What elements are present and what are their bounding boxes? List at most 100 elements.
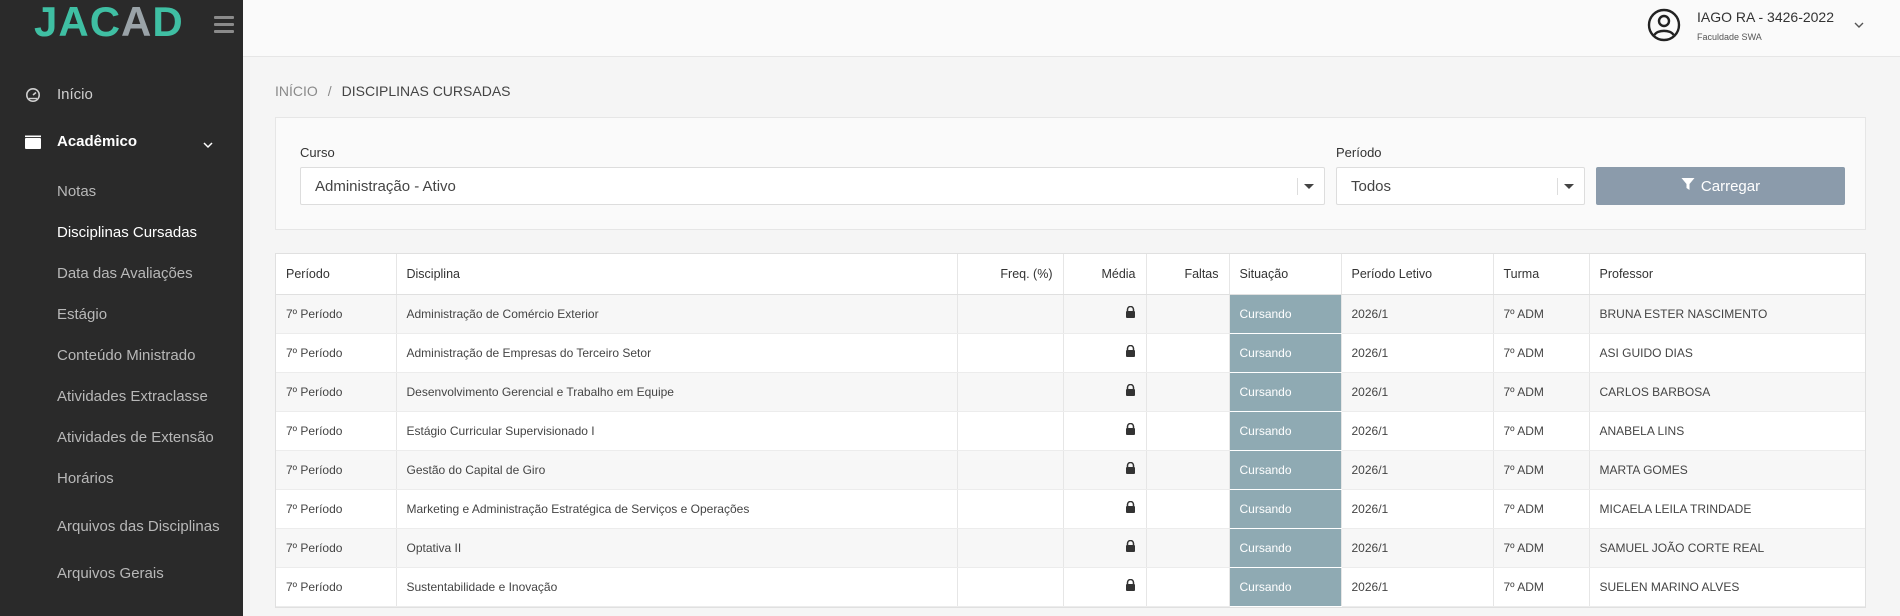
sidebar-item-arquivos-gerais[interactable]: Arquivos Gerais [0,553,243,594]
cell-turma: 7º ADM [1493,528,1590,568]
cell-media [1063,411,1147,451]
column-header-periodo[interactable]: Período [276,254,397,295]
cell-freq [957,333,1064,373]
cell-professor: CARLOS BARBOSA [1589,372,1865,412]
cell-professor: SUELEN MARINO ALVES [1589,567,1865,607]
cell-disciplina: Optativa II [396,528,958,568]
cell-periodo: 7º Período [276,333,397,373]
sidebar-item-atividades-extraclasse[interactable]: Atividades Extraclasse [0,376,243,417]
user-menu[interactable]: IAGO RA - 3426-2022 Faculdade SWA [1647,8,1864,42]
sidebar-item-conteudo-ministrado[interactable]: Conteúdo Ministrado [0,335,243,376]
column-header-freq[interactable]: Freq. (%) [957,254,1064,295]
sidebar-item-label: Acadêmico [57,133,138,150]
cell-periodo: 7º Período [276,372,397,412]
curso-select[interactable]: Administração - Ativo [300,167,1325,205]
sidebar-nav: Início Acadêmico Notas Disciplinas Cursa… [0,71,243,594]
cell-situacao: Cursando [1229,528,1342,568]
lock-icon [1125,383,1136,399]
table-row: 7º Período Estágio Curricular Supervision… [276,411,1865,451]
app-logo[interactable]: JACAD [34,0,184,46]
breadcrumb-home[interactable]: INÍCIO [275,83,318,99]
disciplinas-table: Período Disciplina Freq. (%) Média Falta… [275,253,1866,608]
cell-turma: 7º ADM [1493,294,1590,334]
cell-professor: MICAELA LEILA TRINDADE [1589,489,1865,529]
breadcrumb: INÍCIO / DISCIPLINAS CURSADAS [275,83,511,99]
filter-icon [1681,177,1695,195]
user-info: IAGO RA - 3426-2022 Faculdade SWA [1697,9,1834,42]
curso-label: Curso [300,145,335,160]
cell-periodo: 7º Período [276,294,397,334]
sidebar-item-atividades-extensao[interactable]: Atividades de Extensão [0,417,243,458]
table-row: 7º Período Marketing e Administração Estr… [276,489,1865,529]
column-header-disciplina[interactable]: Disciplina [396,254,958,295]
cell-faltas [1146,333,1230,373]
cell-faltas [1146,411,1230,451]
cell-professor: ANABELA LINS [1589,411,1865,451]
sidebar-item-notas[interactable]: Notas [0,171,243,212]
cell-faltas [1146,567,1230,607]
cell-disciplina: Sustentabilidade e Inovação [396,567,958,607]
cell-faltas [1146,372,1230,412]
cell-situacao: Cursando [1229,294,1342,334]
select-separator [1557,178,1558,195]
cell-professor: SAMUEL JOÃO CORTE REAL [1589,528,1865,568]
table-row: 7º Período Desenvolvimento Gerencial e Tr… [276,372,1865,412]
table-row: 7º Período Gestão do Capital de Giro Cursa… [276,450,1865,490]
table-row: 7º Período Administração de Empresas do T… [276,333,1865,373]
cell-situacao: Cursando [1229,411,1342,451]
cell-faltas [1146,450,1230,490]
column-header-professor[interactable]: Professor [1589,254,1865,295]
select-separator [1297,178,1298,195]
sidebar-item-academico[interactable]: Acadêmico [0,118,243,165]
dashboard-icon [24,86,42,104]
top-header: IAGO RA - 3426-2022 Faculdade SWA [243,0,1900,57]
sidebar-item-arquivos-disciplinas[interactable]: Arquivos das Disciplinas [0,499,243,553]
cell-turma: 7º ADM [1493,411,1590,451]
cell-periodo: 7º Período [276,528,397,568]
cell-media [1063,294,1147,334]
cell-periodo-letivo: 2026/1 [1341,450,1494,490]
cell-turma: 7º ADM [1493,333,1590,373]
lock-icon [1125,344,1136,360]
academico-submenu: Notas Disciplinas Cursadas Data das Aval… [0,165,243,594]
caret-down-icon [1564,184,1574,189]
breadcrumb-current: DISCIPLINAS CURSADAS [341,83,511,99]
cell-situacao: Cursando [1229,489,1342,529]
sidebar-item-data-avaliacoes[interactable]: Data das Avaliações [0,253,243,294]
column-header-media[interactable]: Média [1063,254,1147,295]
curso-select-value: Administração - Ativo [315,177,456,195]
cell-periodo-letivo: 2026/1 [1341,489,1494,529]
periodo-select[interactable]: Todos [1336,167,1585,205]
carregar-button[interactable]: Carregar [1596,167,1845,205]
sidebar-item-horarios[interactable]: Horários [0,458,243,499]
cell-periodo: 7º Período [276,567,397,607]
lock-icon [1125,578,1136,594]
sidebar-item-estagio[interactable]: Estágio [0,294,243,335]
column-header-situacao[interactable]: Situação [1229,254,1342,295]
sidebar: JACAD Início Acadêmico Notas Disciplinas… [0,0,243,616]
lock-icon [1125,500,1136,516]
cell-disciplina: Estágio Curricular Supervisionado I [396,411,958,451]
user-avatar-icon [1647,8,1681,42]
cell-periodo-letivo: 2026/1 [1341,333,1494,373]
cell-disciplina: Gestão do Capital de Giro [396,450,958,490]
cell-periodo-letivo: 2026/1 [1341,411,1494,451]
cell-faltas [1146,528,1230,568]
cell-media [1063,528,1147,568]
cell-turma: 7º ADM [1493,372,1590,412]
cell-periodo-letivo: 2026/1 [1341,294,1494,334]
menu-toggle-icon[interactable] [214,16,234,34]
sidebar-item-disciplinas-cursadas[interactable]: Disciplinas Cursadas [0,212,243,253]
column-header-turma[interactable]: Turma [1493,254,1590,295]
cell-freq [957,489,1064,529]
cell-turma: 7º ADM [1493,489,1590,529]
user-name: IAGO RA - 3426-2022 [1697,8,1834,25]
cell-media [1063,489,1147,529]
lock-icon [1125,422,1136,438]
cell-professor: BRUNA ESTER NASCIMENTO [1589,294,1865,334]
column-header-faltas[interactable]: Faltas [1146,254,1230,295]
cell-faltas [1146,489,1230,529]
column-header-periodo-letivo[interactable]: Período Letivo [1341,254,1494,295]
cell-disciplina: Administração de Empresas do Terceiro Se… [396,333,958,373]
sidebar-item-inicio[interactable]: Início [0,71,243,118]
